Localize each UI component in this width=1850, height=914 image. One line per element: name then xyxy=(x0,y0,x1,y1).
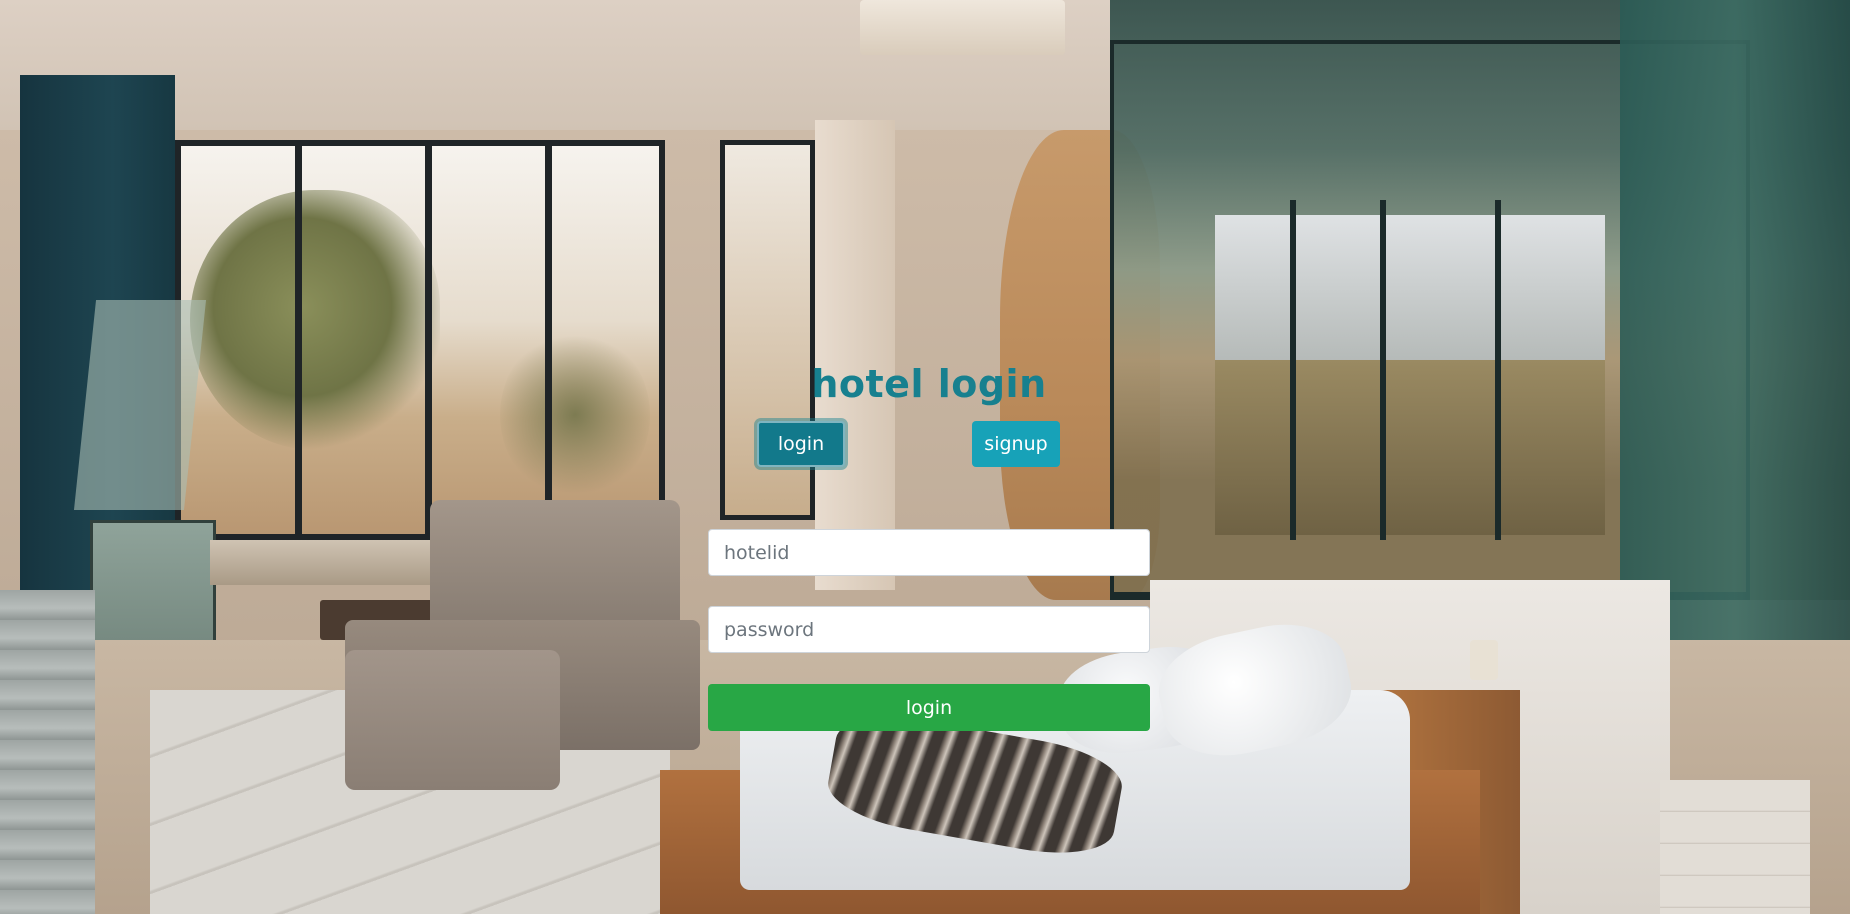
scene-bedside-lamp xyxy=(1470,640,1498,680)
scene-ottoman xyxy=(0,590,95,914)
scene-window-mullion xyxy=(425,140,432,540)
password-input[interactable] xyxy=(708,606,1150,653)
tab-signup-button[interactable]: signup xyxy=(972,421,1060,467)
scene-stairs xyxy=(1660,780,1810,914)
login-submit-button[interactable]: login xyxy=(708,684,1150,731)
scene-sofa-chaise xyxy=(345,650,560,790)
scene-shrub xyxy=(500,330,650,500)
scene-window-mullion xyxy=(295,140,302,540)
login-page: hotel login login signup login xyxy=(0,0,1850,914)
hotelid-input[interactable] xyxy=(708,529,1150,576)
tab-login-button[interactable]: login xyxy=(757,421,845,467)
background-hotel-room-image xyxy=(0,0,1850,914)
scene-ceiling-light xyxy=(860,0,1065,55)
scene-column xyxy=(815,120,895,590)
scene-sofa-back xyxy=(430,500,680,640)
page-title: hotel login xyxy=(811,362,1047,406)
scene-tree xyxy=(190,190,440,450)
scene-window-mullion xyxy=(545,140,552,540)
